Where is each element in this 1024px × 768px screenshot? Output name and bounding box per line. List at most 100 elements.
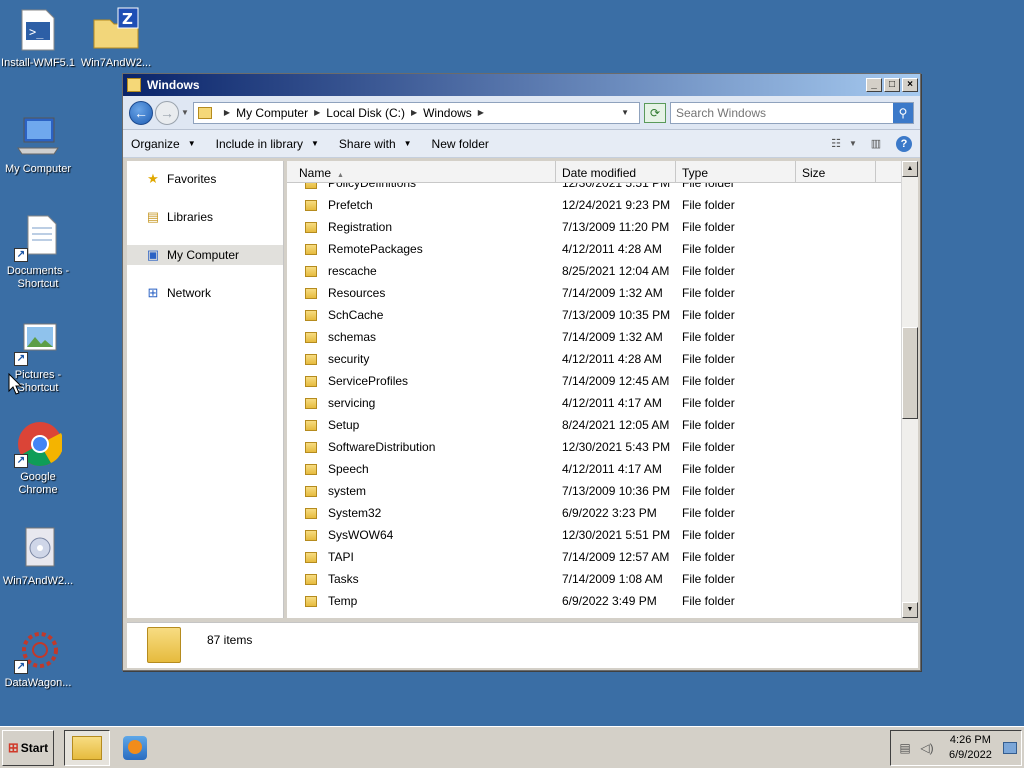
- chevron-right-icon[interactable]: ▶: [224, 108, 230, 117]
- address-input[interactable]: ▶ My Computer ▶ Local Disk (C:) ▶ Window…: [192, 101, 640, 124]
- scroll-thumb[interactable]: [902, 327, 918, 419]
- desktop-icon-datawagon[interactable]: ↗ DataWagon...: [0, 626, 76, 690]
- desktop-icon-win7andw2-zip[interactable]: Z Win7AndW2...: [78, 6, 154, 70]
- file-row[interactable]: Temp 6/9/2022 3:49 PM File folder: [287, 590, 900, 612]
- file-date: 7/13/2009 11:20 PM: [562, 220, 670, 234]
- file-row[interactable]: TAPI 7/14/2009 12:57 AM File folder: [287, 546, 900, 568]
- desktop-icon-win7andw2-iso[interactable]: Win7AndW2...: [0, 524, 76, 588]
- shortcut-arrow-icon: ↗: [14, 352, 28, 366]
- search-input[interactable]: [671, 105, 893, 120]
- file-type: File folder: [682, 198, 735, 212]
- file-name: Setup: [328, 418, 360, 432]
- file-row[interactable]: schemas 7/14/2009 1:32 AM File folder: [287, 326, 900, 348]
- nav-item-my-computer[interactable]: ▣ My Computer: [127, 245, 283, 265]
- file-row[interactable]: Speech 4/12/2011 4:17 AM File folder: [287, 458, 900, 480]
- file-row[interactable]: SysWOW64 12/30/2021 5:51 PM File folder: [287, 524, 900, 546]
- file-row[interactable]: servicing 4/12/2011 4:17 AM File folder: [287, 392, 900, 414]
- file-row[interactable]: rescache 8/25/2021 12:04 AM File folder: [287, 260, 900, 282]
- file-row[interactable]: SchCache 7/13/2009 10:35 PM File folder: [287, 304, 900, 326]
- preview-pane-icon[interactable]: ▥: [866, 136, 886, 152]
- view-options-icon[interactable]: ☷: [826, 136, 846, 152]
- powershell-script-icon: >_: [14, 6, 62, 54]
- chevron-down-icon[interactable]: ▼: [621, 108, 629, 117]
- column-header-size[interactable]: Size: [796, 161, 876, 182]
- breadcrumb-local-disk[interactable]: Local Disk (C:): [326, 106, 405, 120]
- file-date: 7/14/2009 1:08 AM: [562, 572, 663, 586]
- chevron-down-icon[interactable]: ▼: [848, 136, 858, 152]
- chevron-right-icon[interactable]: ▶: [411, 108, 417, 117]
- desktop-icon-documents-shortcut[interactable]: ↗ Documents - Shortcut: [0, 214, 76, 291]
- organize-button[interactable]: Organize ▼: [131, 137, 196, 151]
- search-icon[interactable]: ⚲: [893, 102, 913, 123]
- file-type: File folder: [682, 594, 735, 608]
- file-date: 4/12/2011 4:17 AM: [562, 396, 662, 410]
- file-type: File folder: [682, 183, 735, 190]
- breadcrumb-my-computer[interactable]: My Computer: [236, 106, 308, 120]
- file-date: 7/14/2009 12:57 AM: [562, 550, 670, 564]
- column-header-date-modified[interactable]: Date modified: [556, 161, 676, 182]
- volume-icon[interactable]: ◁): [919, 741, 935, 755]
- start-label: Start: [20, 740, 49, 755]
- breadcrumb-windows[interactable]: Windows: [423, 106, 472, 120]
- search-box: ⚲: [670, 101, 914, 124]
- scroll-down-button[interactable]: ▼: [902, 602, 918, 618]
- file-date: 8/25/2021 12:04 AM: [562, 264, 670, 278]
- taskbar-media-player-button[interactable]: [120, 733, 150, 763]
- datawagon-gear-icon: ↗: [14, 626, 62, 674]
- column-header-type[interactable]: Type: [676, 161, 796, 182]
- new-folder-button[interactable]: New folder: [432, 137, 489, 151]
- file-row[interactable]: security 4/12/2011 4:28 AM File folder: [287, 348, 900, 370]
- minimize-button[interactable]: _: [866, 78, 882, 92]
- nav-item-libraries[interactable]: ▤ Libraries: [127, 207, 283, 227]
- start-button[interactable]: ⊞ Start: [2, 729, 54, 766]
- forward-button[interactable]: →: [155, 100, 179, 125]
- scroll-up-button[interactable]: ▲: [902, 161, 918, 177]
- network-tray-icon[interactable]: ▤: [897, 741, 913, 755]
- vertical-scrollbar[interactable]: ▲ ▼: [901, 161, 918, 618]
- file-row[interactable]: System32 6/9/2022 3:23 PM File folder: [287, 502, 900, 524]
- clock[interactable]: 4:26 PM 6/9/2022: [949, 733, 992, 763]
- column-header-name[interactable]: Name ▲: [287, 161, 556, 182]
- desktop-icon-my-computer[interactable]: My Computer: [0, 112, 76, 176]
- file-row[interactable]: Tasks 7/14/2009 1:08 AM File folder: [287, 568, 900, 590]
- file-name: ServiceProfiles: [328, 374, 409, 388]
- file-row[interactable]: ServiceProfiles 7/14/2009 12:45 AM File fo…: [287, 370, 900, 392]
- file-row[interactable]: Registration 7/13/2009 11:20 PM File folde…: [287, 216, 900, 238]
- file-date: 6/9/2022 3:49 PM: [562, 594, 657, 608]
- file-row[interactable]: Setup 8/24/2021 12:05 AM File folder: [287, 414, 900, 436]
- share-with-button[interactable]: Share with ▼: [339, 137, 412, 151]
- nav-label: My Computer: [167, 248, 240, 262]
- desktop-icon-label: My Computer: [4, 163, 72, 175]
- desktop-icon-google-chrome[interactable]: ↗ Google Chrome: [0, 420, 76, 497]
- file-row[interactable]: system 7/13/2009 10:36 PM File folder: [287, 480, 900, 502]
- file-row[interactable]: SoftwareDistribution 12/30/2021 5:43 PM Fi…: [287, 436, 900, 458]
- chevron-right-icon[interactable]: ▶: [478, 108, 484, 117]
- file-rows: PolicyDefinitions 12/30/2021 5:51 PM File …: [287, 183, 900, 618]
- back-button[interactable]: ←: [129, 100, 153, 125]
- file-row[interactable]: Resources 7/14/2009 1:32 AM File folder: [287, 282, 900, 304]
- folder-icon: [147, 627, 181, 663]
- taskbar: ⊞ Start ▤ ◁) 4:26 PM 6/9/2022: [0, 726, 1024, 768]
- close-button[interactable]: ×: [902, 78, 918, 92]
- recent-pages-dropdown[interactable]: ▼: [181, 108, 189, 117]
- chevron-right-icon[interactable]: ▶: [314, 108, 320, 117]
- title-bar[interactable]: Windows _ □ ×: [123, 74, 920, 96]
- computer-icon: [14, 112, 62, 160]
- folder-icon: [305, 331, 317, 343]
- file-row[interactable]: PolicyDefinitions 12/30/2021 5:51 PM File …: [287, 183, 900, 194]
- nav-item-favorites[interactable]: ★ Favorites: [127, 169, 283, 189]
- taskbar-explorer-button[interactable]: [64, 729, 110, 766]
- file-type: File folder: [682, 572, 735, 586]
- include-in-library-button[interactable]: Include in library ▼: [216, 137, 319, 151]
- show-desktop-icon[interactable]: [1003, 742, 1017, 754]
- refresh-button[interactable]: ⟳: [644, 102, 666, 123]
- file-date: 7/14/2009 1:32 AM: [562, 330, 663, 344]
- desktop-icon-install-wmf[interactable]: >_ Install-WMF5.1: [0, 6, 76, 70]
- help-icon[interactable]: ?: [896, 135, 912, 152]
- nav-item-network[interactable]: ⊞ Network: [127, 283, 283, 303]
- file-type: File folder: [682, 220, 735, 234]
- maximize-button[interactable]: □: [884, 78, 900, 92]
- file-row[interactable]: Prefetch 12/24/2021 9:23 PM File folder: [287, 194, 900, 216]
- file-name: security: [328, 352, 370, 366]
- file-row[interactable]: RemotePackages 4/12/2011 4:28 AM File fold…: [287, 238, 900, 260]
